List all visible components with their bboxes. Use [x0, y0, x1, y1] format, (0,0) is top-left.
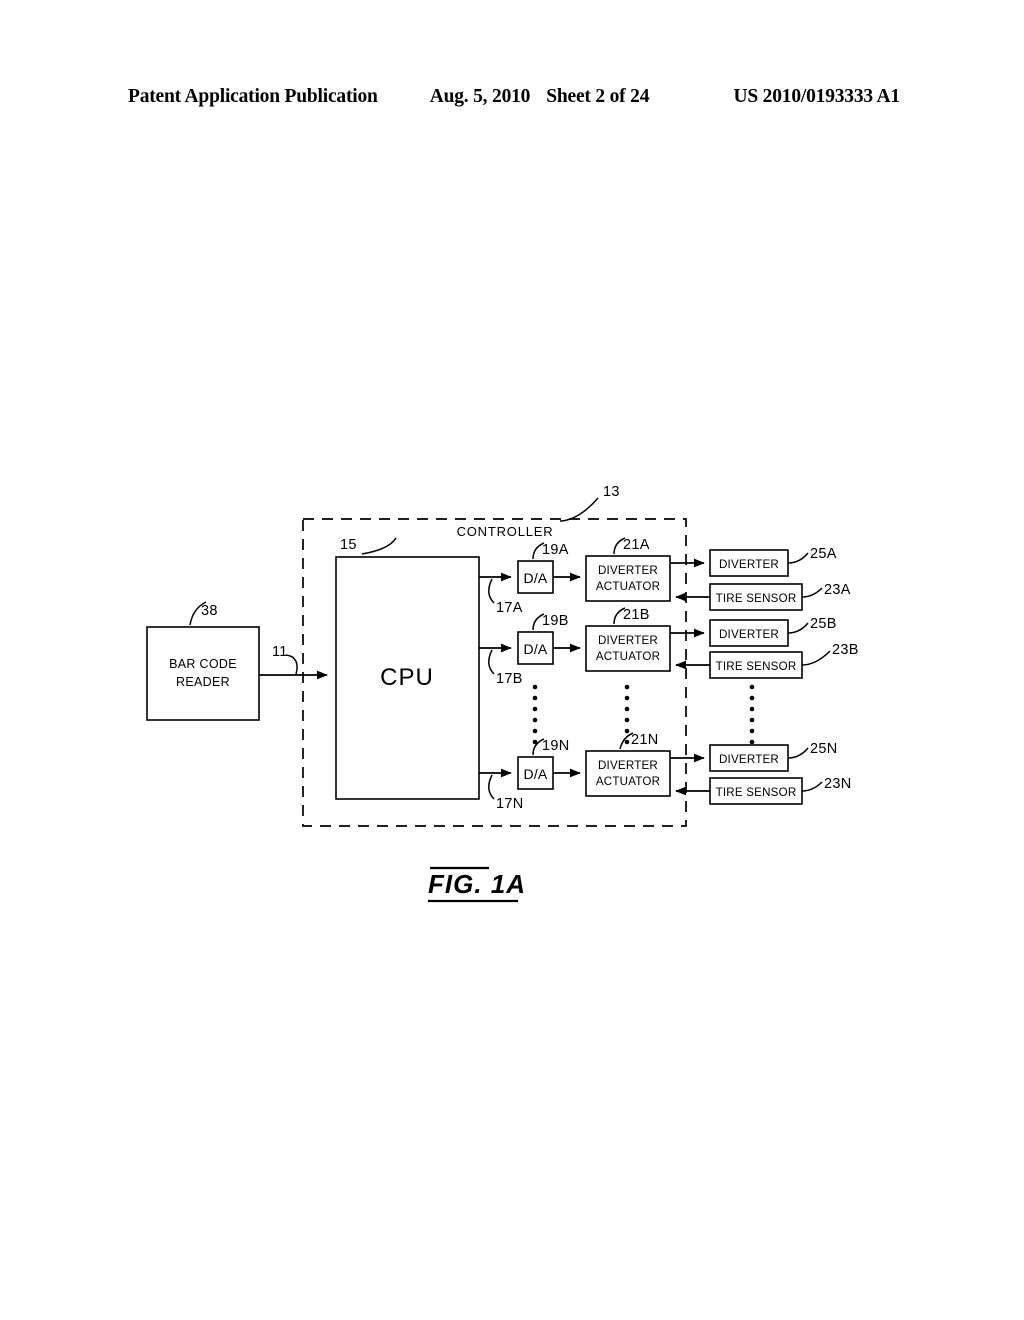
bar-code-reader-label-line2: READER	[176, 675, 230, 689]
diverter-ref-b: 25B	[810, 616, 837, 632]
controller-ref-leader	[559, 497, 599, 522]
tire-sensor-ref-leader-n	[801, 781, 823, 792]
actuator-ref-n: 21N	[631, 732, 659, 748]
da-label-b: D/A	[524, 641, 548, 657]
controller-label: CONTROLLER	[457, 524, 554, 539]
line-ref-n: 17N	[496, 796, 524, 812]
diverter-label-n: DIVERTER	[719, 753, 779, 766]
figure-caption: FIG. 1A	[428, 869, 526, 899]
bar-code-reader-label-line1: BAR CODE	[169, 657, 237, 671]
cpu-ref-leader	[361, 537, 397, 555]
actuator-label-line1-b: DIVERTER	[598, 634, 658, 647]
actuator-label-line2-n: ACTUATOR	[596, 775, 660, 788]
line-ref-a: 17A	[496, 600, 523, 616]
diverter-label-a: DIVERTER	[719, 558, 779, 571]
tire-sensor-label-b: TIRE SENSOR	[716, 660, 797, 673]
patent-page: Patent Application Publication Aug. 5, 2…	[0, 0, 1024, 1320]
actuator-box-a[interactable]	[585, 555, 671, 602]
tire-sensor-ref-leader-a	[801, 587, 823, 598]
diverter-label-b: DIVERTER	[719, 628, 779, 641]
diverter-ref-leader-b	[787, 622, 809, 634]
input-signal-ref: 11	[272, 644, 288, 660]
actuator-box-b[interactable]	[585, 625, 671, 672]
tire-sensor-ref-a: 23A	[824, 582, 851, 598]
tire-sensor-ref-leader-b	[801, 650, 831, 666]
actuator-label-line2-a: ACTUATOR	[596, 580, 660, 593]
actuator-ref-a: 21A	[623, 537, 650, 553]
diverter-ref-n: 25N	[810, 741, 838, 757]
actuator-label-line2-b: ACTUATOR	[596, 650, 660, 663]
cpu-ref: 15	[340, 537, 357, 553]
tire-sensor-ref-b: 23B	[832, 642, 859, 658]
diverter-ref-a: 25A	[810, 546, 837, 562]
da-label-n: D/A	[524, 766, 548, 782]
bar-code-reader-box[interactable]	[146, 626, 260, 721]
line-ref-b: 17B	[496, 671, 523, 687]
tire-sensor-label-n: TIRE SENSOR	[716, 786, 797, 799]
da-ref-b: 19B	[542, 613, 569, 629]
actuator-box-n[interactable]	[585, 750, 671, 797]
input-signal-ref-leader	[285, 654, 298, 675]
actuator-label-line1-a: DIVERTER	[598, 564, 658, 577]
ellipsis-column-da	[532, 684, 538, 745]
diverter-ref-leader-a	[787, 552, 809, 564]
cpu-label: CPU	[380, 664, 434, 691]
actuator-ref-b: 21B	[623, 607, 650, 623]
bar-code-reader-ref: 38	[201, 603, 218, 619]
line-ref-leader-n	[488, 774, 495, 800]
ellipsis-column-diverter	[749, 684, 755, 745]
line-ref-leader-a	[488, 578, 495, 604]
da-ref-n: 19N	[542, 738, 570, 754]
tire-sensor-label-a: TIRE SENSOR	[716, 592, 797, 605]
actuator-label-line1-n: DIVERTER	[598, 759, 658, 772]
tire-sensor-ref-n: 23N	[824, 776, 852, 792]
line-ref-leader-b	[488, 649, 495, 675]
diverter-ref-leader-n	[787, 747, 809, 759]
da-ref-a: 19A	[542, 542, 569, 558]
controller-ref: 13	[603, 484, 620, 500]
figure-1a-diagram: CONTROLLER 13 BAR CODE READER 38 11 CPU …	[146, 484, 859, 903]
da-label-a: D/A	[524, 570, 548, 586]
